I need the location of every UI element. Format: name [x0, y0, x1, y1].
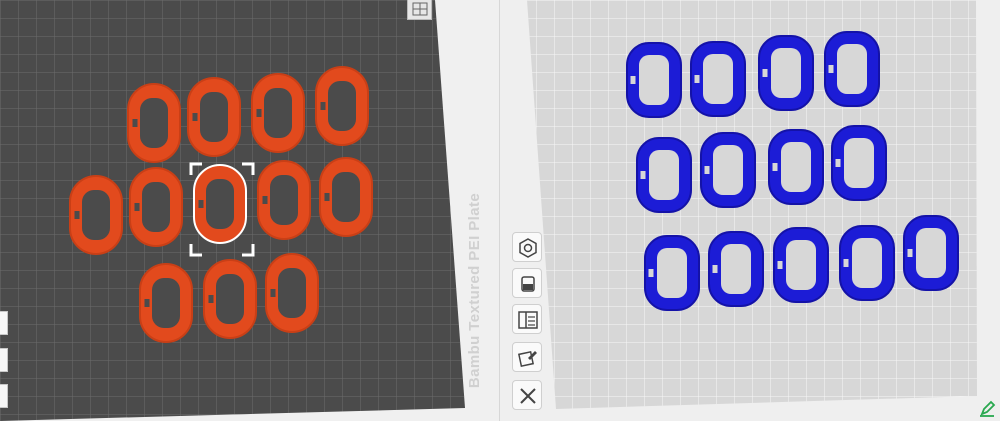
supports-button[interactable] — [512, 268, 542, 298]
part[interactable] — [127, 83, 181, 163]
grid-icon — [412, 2, 428, 16]
part[interactable] — [824, 31, 880, 107]
part[interactable] — [831, 125, 887, 201]
left-tool-tab[interactable] — [0, 384, 8, 408]
right-viewport[interactable] — [500, 0, 1000, 421]
part[interactable] — [708, 231, 764, 307]
selected-part[interactable] — [193, 164, 247, 244]
close-button[interactable] — [512, 380, 542, 410]
part[interactable] — [319, 157, 373, 237]
part[interactable] — [265, 253, 319, 333]
part[interactable] — [903, 215, 959, 291]
part[interactable] — [839, 225, 895, 301]
green-edit-icon — [980, 400, 996, 417]
part[interactable] — [690, 41, 746, 117]
part[interactable] — [257, 160, 311, 240]
orient-button[interactable] — [512, 232, 542, 262]
close-icon — [520, 388, 536, 404]
part[interactable] — [636, 137, 692, 213]
part[interactable] — [773, 227, 829, 303]
pencil-edit-icon — [517, 350, 537, 368]
part[interactable] — [315, 66, 369, 146]
panel-layout-icon — [518, 311, 538, 329]
part[interactable] — [187, 77, 241, 157]
paint-bucket-icon — [521, 276, 535, 292]
right-toolbar — [512, 232, 546, 412]
left-plate-canvas[interactable] — [0, 0, 500, 421]
part[interactable] — [626, 42, 682, 118]
edit-object-button[interactable] — [512, 342, 542, 372]
left-viewport[interactable]: Bambu Textured PEI Plate — [0, 0, 500, 421]
part[interactable] — [139, 263, 193, 343]
part[interactable] — [251, 73, 305, 153]
part[interactable] — [758, 35, 814, 111]
left-tool-tab[interactable] — [0, 311, 8, 335]
part[interactable] — [203, 259, 257, 339]
right-plate-canvas[interactable] — [500, 0, 1000, 421]
part[interactable] — [700, 132, 756, 208]
part[interactable] — [129, 167, 183, 247]
left-tool-tab[interactable] — [0, 348, 8, 372]
grid-toggle-button[interactable] — [407, 0, 432, 20]
part[interactable] — [768, 129, 824, 205]
status-edit-icon[interactable] — [978, 400, 996, 418]
layout-button[interactable] — [512, 304, 542, 334]
nut-icon — [519, 238, 537, 258]
plate-label: Bambu Textured PEI Plate — [466, 192, 484, 389]
part[interactable] — [69, 175, 123, 255]
part[interactable] — [644, 235, 700, 311]
